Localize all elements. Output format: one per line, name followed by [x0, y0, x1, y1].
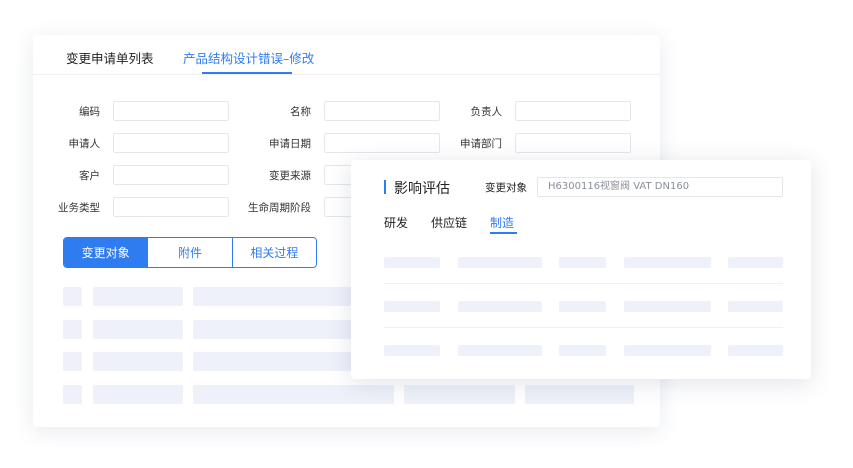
skeleton-cell	[559, 345, 606, 356]
customer-input[interactable]	[113, 165, 229, 185]
field-label-change-source: 变更来源	[269, 170, 311, 182]
top-tab-bar: 变更申请单列表 产品结构设计错误–修改	[33, 35, 660, 75]
field-label-code: 编码	[79, 106, 100, 118]
impact-assessment-panel: 影响评估 变更对象 H6300116视窗阀 VAT DN160 研发 供应链 制…	[351, 160, 811, 379]
skeleton-cell	[193, 352, 353, 371]
skeleton-cell	[384, 257, 440, 268]
row-divider	[384, 283, 783, 284]
skeleton-cell	[404, 385, 515, 404]
skeleton-cell	[63, 352, 82, 371]
field-label-name: 名称	[290, 106, 311, 118]
field-label-apply-date: 申请日期	[269, 138, 311, 150]
applicant-input[interactable]	[113, 133, 229, 153]
skeleton-cell	[458, 345, 542, 356]
field-label-owner: 负责人	[470, 106, 503, 118]
field-label-apply-dept: 申请部门	[460, 138, 502, 150]
skeleton-cell	[193, 320, 353, 339]
panel-title: 影响评估	[394, 181, 450, 197]
field-label-lifecycle-stage: 生命周期阶段	[248, 202, 311, 214]
segment-related-process[interactable]: 相关过程	[231, 238, 316, 267]
skeleton-cell	[63, 287, 82, 306]
row-divider	[384, 327, 783, 328]
skeleton-cell	[63, 385, 82, 404]
sub-tab-indicator	[490, 232, 517, 234]
skeleton-cell	[624, 257, 711, 268]
segment-attachments[interactable]: 附件	[147, 238, 232, 267]
owner-input[interactable]	[515, 101, 631, 121]
apply-dept-input[interactable]	[515, 133, 631, 153]
field-label-customer: 客户	[79, 170, 100, 182]
field-label-applicant: 申请人	[68, 138, 101, 150]
tab-change-request-list[interactable]: 变更申请单列表	[66, 48, 154, 67]
skeleton-cell	[728, 345, 783, 356]
name-input[interactable]	[324, 101, 440, 121]
skeleton-cell	[384, 345, 440, 356]
skeleton-cell	[193, 287, 353, 306]
business-type-input[interactable]	[113, 197, 229, 217]
skeleton-cell	[728, 301, 783, 312]
skeleton-cell	[559, 301, 606, 312]
skeleton-cell	[525, 385, 634, 404]
tab-manufacturing[interactable]: 制造	[490, 214, 514, 231]
skeleton-cell	[458, 257, 542, 268]
skeleton-cell	[624, 345, 711, 356]
skeleton-cell	[193, 385, 394, 404]
apply-date-input[interactable]	[324, 133, 440, 153]
skeleton-cell	[458, 301, 542, 312]
skeleton-cell	[63, 320, 82, 339]
tab-rnd[interactable]: 研发	[384, 214, 408, 231]
skeleton-cell	[93, 320, 183, 339]
change-object-field[interactable]: H6300116视窗阀 VAT DN160	[537, 177, 783, 197]
title-accent-bar	[384, 180, 386, 194]
active-tab-indicator	[202, 72, 292, 74]
field-label-business-type: 业务类型	[58, 202, 100, 214]
skeleton-cell	[384, 301, 440, 312]
skeleton-cell	[93, 352, 183, 371]
skeleton-cell	[93, 287, 183, 306]
detail-segment-control: 变更对象 附件 相关过程	[63, 237, 317, 268]
skeleton-cell	[559, 257, 606, 268]
skeleton-cell	[624, 301, 711, 312]
tab-product-structure-fix[interactable]: 产品结构设计错误–修改	[183, 48, 314, 67]
tab-supply-chain[interactable]: 供应链	[431, 214, 467, 231]
skeleton-cell	[93, 385, 183, 404]
segment-change-object[interactable]: 变更对象	[64, 238, 148, 267]
change-object-label: 变更对象	[485, 182, 527, 194]
skeleton-cell	[728, 257, 783, 268]
code-input[interactable]	[113, 101, 229, 121]
